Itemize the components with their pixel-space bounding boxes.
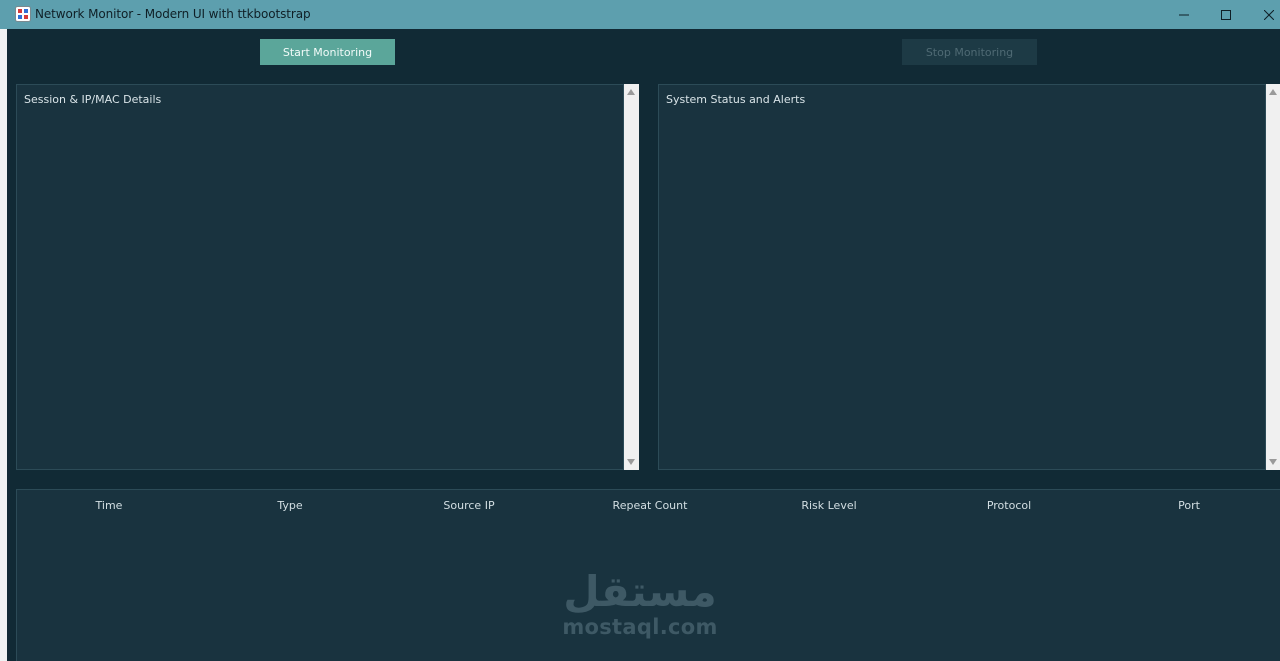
watermark-url: mostaql.com: [562, 615, 718, 639]
scroll-up-arrow-icon[interactable]: [1269, 89, 1277, 95]
scroll-up-arrow-icon[interactable]: [627, 89, 635, 95]
maximize-button[interactable]: [1203, 0, 1249, 29]
scroll-down-arrow-icon[interactable]: [627, 459, 635, 465]
window-edge: [0, 29, 7, 661]
minimize-button[interactable]: [1161, 0, 1207, 29]
session-details-title: Session & IP/MAC Details: [24, 93, 162, 106]
column-header-risk-level[interactable]: Risk Level: [759, 499, 899, 512]
close-button[interactable]: [1246, 0, 1280, 29]
column-header-protocol[interactable]: Protocol: [939, 499, 1079, 512]
stop-monitoring-button[interactable]: Stop Monitoring: [902, 39, 1037, 65]
maximize-icon: [1221, 9, 1231, 20]
minimize-icon: [1179, 14, 1189, 15]
watermark: مستقل mostaql.com: [560, 565, 720, 639]
watermark-arabic: مستقل: [563, 567, 717, 616]
close-icon: [1264, 9, 1274, 20]
column-header-repeat-count[interactable]: Repeat Count: [580, 499, 720, 512]
column-header-time[interactable]: Time: [39, 499, 179, 512]
start-monitoring-button[interactable]: Start Monitoring: [260, 39, 395, 65]
column-header-source-ip[interactable]: Source IP: [399, 499, 539, 512]
system-status-textbox[interactable]: System Status and Alerts: [658, 84, 1266, 470]
session-details-textbox[interactable]: Session & IP/MAC Details: [16, 84, 624, 470]
scroll-down-arrow-icon[interactable]: [1269, 459, 1277, 465]
session-details-scrollbar[interactable]: [624, 84, 639, 470]
window-title: Network Monitor - Modern UI with ttkboot…: [35, 7, 311, 21]
system-status-scrollbar[interactable]: [1266, 84, 1280, 470]
title-bar[interactable]: Network Monitor - Modern UI with ttkboot…: [0, 0, 1280, 29]
app-icon: [15, 6, 31, 22]
column-header-port[interactable]: Port: [1119, 499, 1259, 512]
column-header-type[interactable]: Type: [220, 499, 360, 512]
system-status-title: System Status and Alerts: [666, 93, 806, 106]
